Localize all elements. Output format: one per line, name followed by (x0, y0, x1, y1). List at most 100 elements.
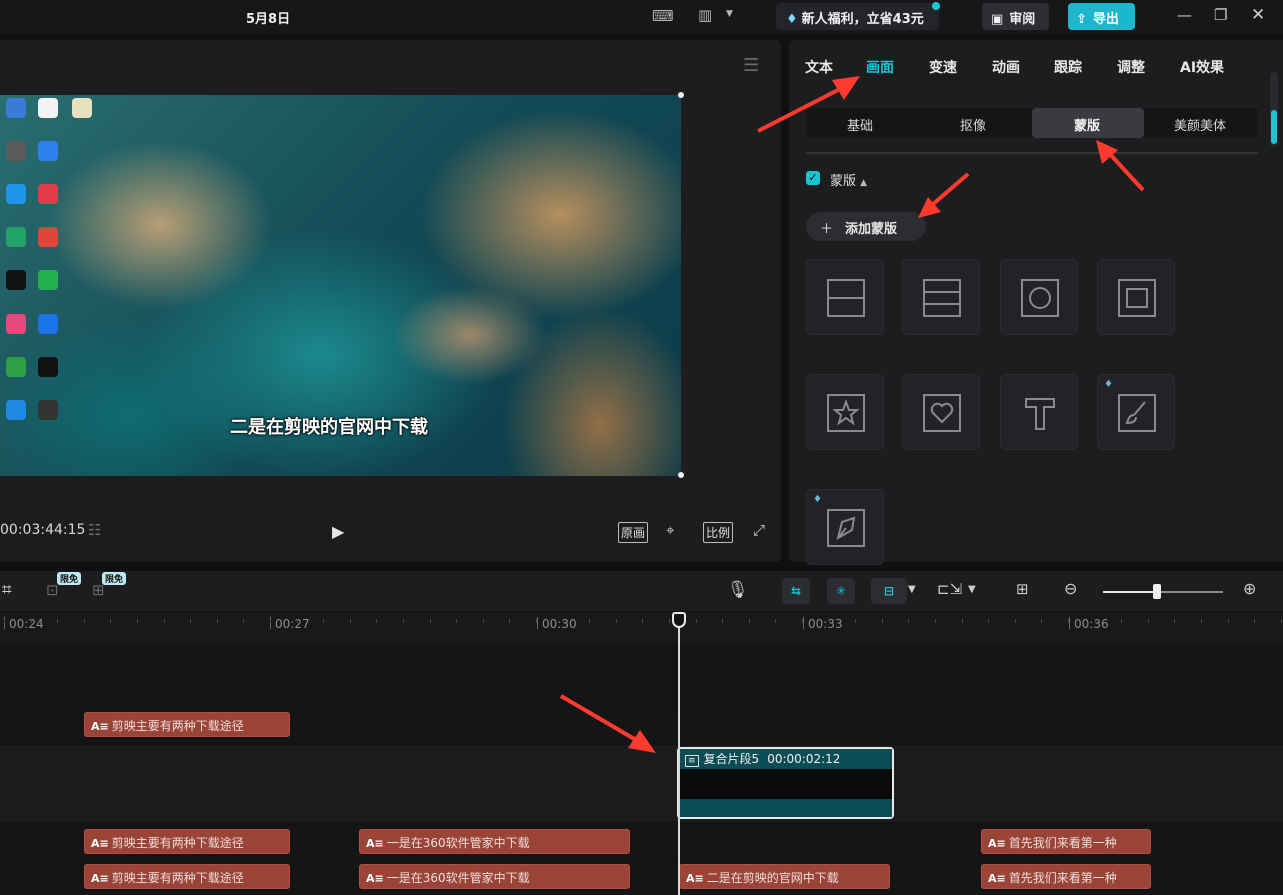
playhead-line[interactable] (678, 626, 680, 895)
desktop-app-icon (72, 98, 92, 118)
ruler-minor-tick (483, 619, 484, 623)
mirror-icon (923, 279, 961, 317)
ruler-minor-tick (1201, 619, 1202, 623)
tab-text[interactable]: 文本 (805, 57, 833, 77)
mask-pen-tile[interactable]: ♦ (806, 489, 884, 565)
text-clip-icon: A≡ (366, 837, 384, 850)
zoom-slider-knob[interactable] (1153, 584, 1161, 599)
desktop-app-icon (38, 357, 58, 377)
tab-picture[interactable]: 画面 (866, 57, 894, 77)
text-clip[interactable]: A≡ 一是在360软件管家中下载 (359, 829, 630, 854)
mask-text-tile[interactable] (1000, 374, 1078, 450)
ruler-tick (537, 617, 538, 629)
desktop-app-icon (6, 184, 26, 204)
original-quality-button[interactable]: 原画 (618, 522, 649, 543)
tab-animation[interactable]: 动画 (992, 57, 1020, 77)
ruler-minor-tick (509, 619, 510, 623)
text-clip-icon: A≡ (988, 837, 1006, 850)
text-clip[interactable]: A≡ 剪映主要有两种下载途径 (84, 864, 290, 889)
fullscreen-icon[interactable]: ⤢ (753, 521, 765, 539)
text-clip[interactable]: A≡ 一是在360软件管家中下载 (359, 864, 630, 889)
ruler-minor-tick (589, 619, 590, 623)
mask-section-title: 蒙版 (830, 174, 857, 189)
mask-brush-tile[interactable]: ♦ (1097, 374, 1175, 450)
menu-icon[interactable]: ☰ (743, 55, 759, 76)
mask-circle-tile[interactable] (1000, 259, 1078, 335)
mask-checkbox[interactable]: ✓ (806, 171, 820, 185)
tab-ai-effects[interactable]: AI效果 (1180, 57, 1224, 77)
linkage-button[interactable]: ⊟ (871, 578, 907, 604)
text-clip[interactable]: A≡ 首先我们来看第一种 (981, 864, 1151, 889)
waveform-icon[interactable]: ☷ (88, 521, 101, 539)
minimize-icon[interactable]: — (1177, 6, 1192, 24)
focus-icon[interactable]: ⌖ (666, 521, 674, 539)
chevron-down-icon[interactable]: ▼ (968, 584, 976, 595)
text-clip-icon: A≡ (91, 872, 109, 885)
keyboard-icon[interactable]: ⌨ (652, 7, 674, 25)
fit-timeline-icon[interactable]: ⊞ (1016, 580, 1029, 598)
zoom-out-icon[interactable]: ⊖ (1064, 579, 1077, 598)
review-icon: ▣ (991, 12, 1004, 27)
review-button[interactable]: ▣ 审阅 (982, 3, 1049, 30)
desktop-app-icon (6, 357, 26, 377)
ruler-minor-tick (270, 619, 271, 623)
subtab-beauty[interactable]: 美颜美体 (1174, 115, 1226, 134)
ruler-minor-tick (616, 619, 617, 623)
tab-adjust[interactable]: 调整 (1117, 57, 1145, 77)
mask-star-tile[interactable] (806, 374, 884, 450)
ruler-minor-tick (1281, 619, 1282, 623)
ruler-minor-tick (642, 619, 643, 623)
subtab-mask[interactable]: 蒙版 (1074, 115, 1100, 134)
play-icon[interactable]: ▶ (332, 522, 344, 541)
zoom-slider-fill (1103, 591, 1157, 593)
text-clip[interactable]: A≡ 剪映主要有两种下载途径 (84, 712, 290, 737)
mask-section-label[interactable]: 蒙版 ▲ (830, 170, 867, 189)
clip-label: 首先我们来看第一种 (1008, 871, 1117, 885)
ruler-minor-tick (164, 619, 165, 623)
compound-clip-label: ≡ 复合片段5 00:00:02:12 (685, 750, 840, 767)
text-clip-icon: A≡ (686, 872, 704, 885)
restore-icon[interactable]: ❐ (1214, 6, 1227, 24)
ruler-tick (1069, 617, 1070, 629)
mask-rectangle-tile[interactable] (1097, 259, 1175, 335)
crop-icon[interactable]: ⌗ (2, 580, 12, 600)
tab-tracking[interactable]: 跟踪 (1054, 57, 1082, 77)
mask-heart-tile[interactable] (902, 374, 980, 450)
mask-mirror-tile[interactable] (902, 259, 980, 335)
mask-line-split-tile[interactable] (806, 259, 884, 335)
tab-speed[interactable]: 变速 (929, 57, 957, 77)
text-clip[interactable]: A≡ 二是在剪映的官网中下载 (679, 864, 890, 889)
add-mask-button[interactable]: ＋ 添加蒙版 (806, 212, 926, 241)
pen-icon (827, 509, 865, 547)
preview-axis-icon[interactable]: ⊏⇲ (937, 580, 962, 598)
microphone-icon[interactable]: 🎙︎ (727, 580, 749, 600)
chevron-down-icon[interactable]: ▼ (908, 584, 916, 595)
panel-scroll-thumb[interactable] (1271, 110, 1277, 144)
resize-handle[interactable] (678, 472, 684, 478)
desktop-app-icon (6, 270, 26, 290)
chevron-down-icon[interactable]: ▼ (726, 9, 733, 19)
layout-icon[interactable]: ▥ (698, 6, 712, 24)
subtab-basic[interactable]: 基础 (847, 115, 873, 134)
playhead-handle[interactable] (672, 612, 686, 628)
ruler-minor-tick (829, 619, 830, 623)
text-clip[interactable]: A≡ 剪映主要有两种下载途径 (84, 829, 290, 854)
ruler-minor-tick (775, 619, 776, 623)
export-button[interactable]: ⇪ 导出 (1068, 3, 1135, 30)
main-track-magnet-button[interactable]: ⇆ (782, 578, 810, 604)
promo-banner[interactable]: ♦ 新人福利，立省43元 (776, 3, 939, 30)
zoom-in-icon[interactable]: ⊕ (1243, 579, 1256, 598)
ratio-button[interactable]: 比例 (703, 522, 734, 543)
video-subtitle: 二是在剪映的官网中下载 (230, 417, 428, 438)
brush-icon (1118, 394, 1156, 432)
clip-label: 一是在360软件管家中下载 (386, 836, 530, 850)
ruler-minor-tick (430, 619, 431, 623)
resize-handle[interactable] (678, 92, 684, 98)
close-icon[interactable]: ✕ (1251, 5, 1265, 25)
ruler-minor-tick (217, 619, 218, 623)
auto-snap-button[interactable]: ✳ (827, 578, 855, 604)
ruler-minor-tick (1228, 619, 1229, 623)
clip-label: 首先我们来看第一种 (1008, 836, 1117, 850)
text-clip[interactable]: A≡ 首先我们来看第一种 (981, 829, 1151, 854)
subtab-cutout[interactable]: 抠像 (960, 115, 986, 134)
